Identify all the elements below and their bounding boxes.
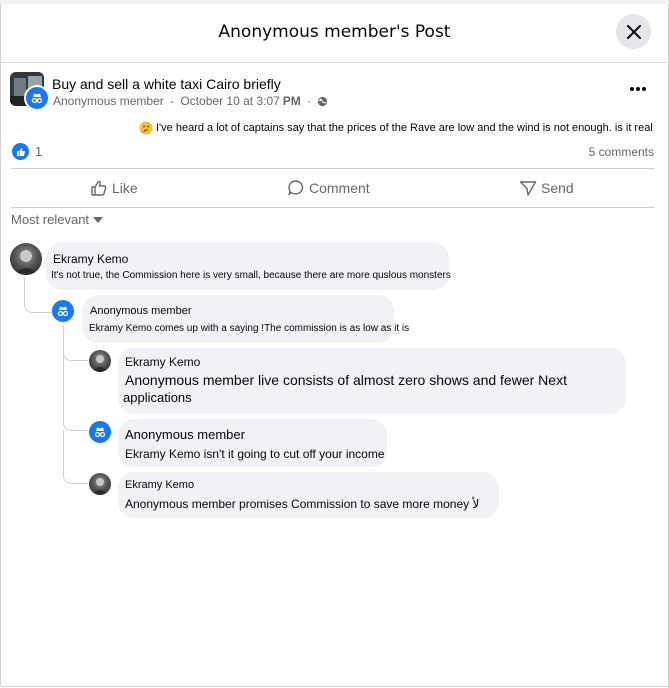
reaction-count: 1: [35, 144, 43, 159]
reply-bubble: Anonymous member Ekramy Kemo isn't it go…: [118, 419, 387, 467]
comment-button[interactable]: Comment: [287, 178, 370, 198]
thumbs-up-icon: [91, 180, 107, 196]
reply-bubble: Ekramy Kemo Anonymous member live consis…: [118, 348, 626, 414]
meta-dot: ·: [303, 94, 315, 108]
thread-line-reply-2: [63, 355, 88, 431]
comment-text-line2: applications: [123, 390, 192, 405]
comment-author[interactable]: Ekramy Kemo: [125, 479, 194, 491]
comment-author[interactable]: Ekramy Kemo: [125, 355, 200, 369]
globe-icon: [318, 96, 328, 106]
divider-top: [11, 168, 655, 169]
send-label: Send: [541, 180, 574, 196]
close-button[interactable]: [616, 14, 651, 49]
comment-author[interactable]: Ekramy Kemo: [53, 252, 128, 266]
comment-text-line1: Anonymous member live consists of almost…: [125, 372, 567, 388]
thread-line-reply-3: [63, 430, 88, 484]
like-label: Like: [112, 180, 138, 196]
close-icon: [626, 24, 641, 39]
send-icon: [519, 181, 537, 196]
comment-sort-dropdown[interactable]: Most relevant: [11, 212, 104, 227]
post-time-suffix: PM: [282, 94, 301, 108]
reply-bubble: Anonymous member Ekramy Kemo comes up wi…: [82, 295, 409, 343]
send-button[interactable]: Send: [519, 178, 574, 198]
post-meta: Anonymous member - October 10 at 3:07 PM…: [53, 94, 328, 108]
commenter-avatar[interactable]: [89, 350, 111, 372]
more-dots-icon: [630, 87, 646, 91]
comment-author[interactable]: Anonymous member: [90, 305, 192, 317]
like-reaction-icon: [12, 143, 29, 160]
caret-down-icon: [93, 216, 104, 223]
comment-text: Anonymous member promises Commission to …: [125, 497, 480, 511]
thinking-face-icon: [139, 121, 153, 135]
comment-bubble: Ekramy Kemo It's not true, the Commissio…: [46, 242, 451, 290]
divider-bottom: [11, 207, 655, 208]
reply-bubble: Ekramy Kemo Anonymous member promises Co…: [118, 472, 499, 518]
post-body: I've heard a lot of captains say that th…: [139, 121, 653, 135]
comment-text: Ekramy Kemo comes up with a saying !The …: [89, 323, 410, 334]
anonymous-icon: [94, 427, 106, 438]
anonymous-avatar[interactable]: [89, 421, 111, 443]
anonymous-avatar[interactable]: [52, 300, 74, 322]
comments-count-link[interactable]: 5 comments: [589, 145, 654, 159]
dialog-title: Anonymous member's Post: [218, 22, 451, 42]
comment-label: Comment: [309, 180, 370, 196]
more-options-button[interactable]: [627, 80, 649, 98]
sort-label: Most relevant: [11, 212, 90, 227]
anonymous-icon: [57, 306, 69, 317]
post-time[interactable]: October 10 at 3:07: [180, 94, 279, 108]
like-button[interactable]: Like: [90, 178, 138, 198]
anonymous-badge: [24, 85, 50, 111]
comment-bubble-icon: [288, 180, 304, 196]
comment-text: It's not true, the Commission here is ve…: [51, 270, 451, 281]
commenter-avatar[interactable]: [10, 243, 42, 275]
commenter-avatar[interactable]: [89, 473, 111, 495]
comment-text: Ekramy Kemo isn't it going to cut off yo…: [125, 447, 385, 461]
comment-author[interactable]: Anonymous member: [125, 427, 245, 442]
meta-separator: -: [166, 94, 178, 108]
post-author[interactable]: Anonymous member: [53, 94, 164, 108]
anonymous-icon: [31, 93, 43, 104]
group-name-link[interactable]: Buy and sell a white taxi Cairo briefly: [52, 76, 281, 92]
dialog-header: Anonymous member's Post: [0, 4, 669, 63]
post-text: I've heard a lot of captains say that th…: [156, 122, 653, 134]
reaction-summary[interactable]: 1: [12, 143, 42, 160]
